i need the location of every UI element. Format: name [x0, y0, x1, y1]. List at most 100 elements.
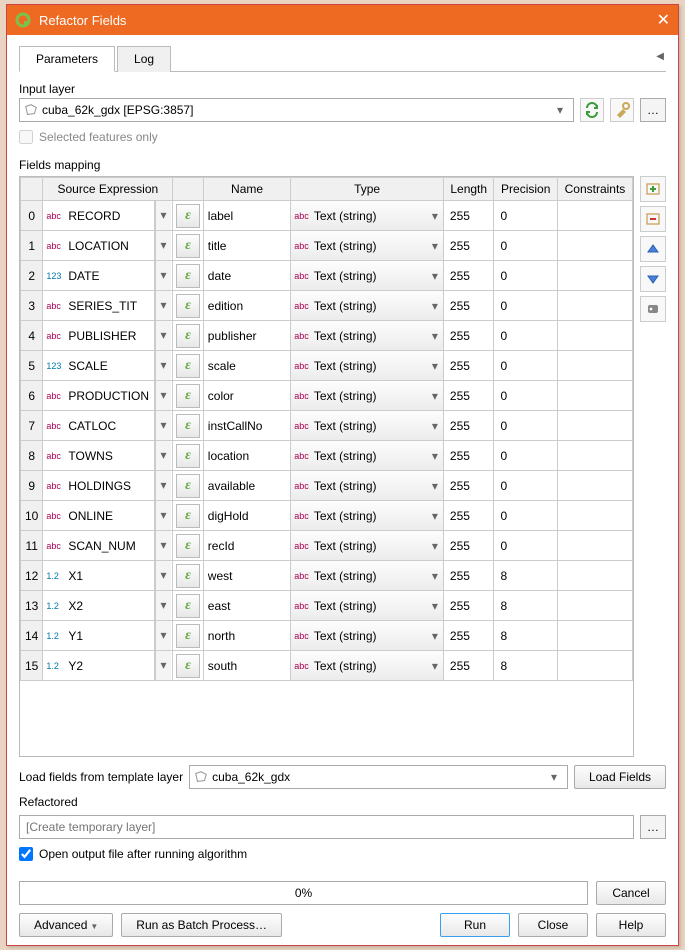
- constraints-cell[interactable]: [557, 201, 632, 231]
- table-row[interactable]: 13 1.2X2 ▾ ε abcText (string)▾ 255 8: [21, 591, 633, 621]
- source-expression-cell[interactable]: abcHOLDINGS: [43, 471, 154, 500]
- field-type-combo[interactable]: abcText (string)▾: [291, 411, 443, 440]
- table-row[interactable]: 15 1.2Y2 ▾ ε abcText (string)▾ 255 8: [21, 651, 633, 681]
- table-row[interactable]: 4 abcPUBLISHER ▾ ε abcText (string)▾ 255…: [21, 321, 633, 351]
- precision-cell[interactable]: 0: [494, 381, 557, 411]
- field-type-combo[interactable]: abcText (string)▾: [291, 291, 443, 320]
- field-name-input[interactable]: [204, 471, 291, 500]
- chevron-down-icon[interactable]: ▾: [155, 381, 171, 410]
- constraints-cell[interactable]: [557, 321, 632, 351]
- chevron-down-icon[interactable]: ▾: [155, 531, 171, 560]
- precision-cell[interactable]: 0: [494, 231, 557, 261]
- close-button[interactable]: Close: [518, 913, 588, 937]
- constraints-cell[interactable]: [557, 231, 632, 261]
- length-cell[interactable]: 255: [443, 321, 494, 351]
- field-type-combo[interactable]: abcText (string)▾: [291, 201, 443, 230]
- length-cell[interactable]: 255: [443, 381, 494, 411]
- constraints-cell[interactable]: [557, 561, 632, 591]
- run-button[interactable]: Run: [440, 913, 510, 937]
- table-row[interactable]: 1 abcLOCATION ▾ ε abcText (string)▾ 255 …: [21, 231, 633, 261]
- move-up-button[interactable]: [640, 236, 666, 262]
- add-field-button[interactable]: [640, 176, 666, 202]
- table-row[interactable]: 3 abcSERIES_TIT ▾ ε abcText (string)▾ 25…: [21, 291, 633, 321]
- source-expression-cell[interactable]: 123SCALE: [43, 351, 154, 380]
- field-name-input[interactable]: [204, 501, 291, 530]
- field-name-input[interactable]: [204, 621, 291, 650]
- field-type-combo[interactable]: abcText (string)▾: [291, 591, 443, 620]
- table-row[interactable]: 5 123SCALE ▾ ε abcText (string)▾ 255 0: [21, 351, 633, 381]
- source-expression-cell[interactable]: 123DATE: [43, 261, 154, 290]
- field-type-combo[interactable]: abcText (string)▾: [291, 261, 443, 290]
- constraints-cell[interactable]: [557, 441, 632, 471]
- input-layer-combo[interactable]: cuba_62k_gdx [EPSG:3857] ▾: [19, 98, 574, 122]
- source-expression-cell[interactable]: 1.2Y2: [43, 651, 154, 680]
- col-source[interactable]: Source Expression: [43, 178, 173, 201]
- expression-builder-button[interactable]: ε: [176, 504, 200, 528]
- col-name[interactable]: Name: [203, 178, 291, 201]
- field-type-combo[interactable]: abcText (string)▾: [291, 501, 443, 530]
- load-fields-button[interactable]: Load Fields: [574, 765, 666, 789]
- field-type-combo[interactable]: abcText (string)▾: [291, 471, 443, 500]
- field-name-input[interactable]: [204, 231, 291, 260]
- table-row[interactable]: 11 abcSCAN_NUM ▾ ε abcText (string)▾ 255…: [21, 531, 633, 561]
- length-cell[interactable]: 255: [443, 441, 494, 471]
- field-name-input[interactable]: [204, 591, 291, 620]
- precision-cell[interactable]: 0: [494, 291, 557, 321]
- source-expression-cell[interactable]: 1.2X2: [43, 591, 154, 620]
- cancel-button[interactable]: Cancel: [596, 881, 666, 905]
- field-type-combo[interactable]: abcText (string)▾: [291, 621, 443, 650]
- expression-builder-button[interactable]: ε: [176, 384, 200, 408]
- constraints-cell[interactable]: [557, 651, 632, 681]
- chevron-down-icon[interactable]: ▾: [155, 261, 171, 290]
- chevron-down-icon[interactable]: ▾: [155, 591, 171, 620]
- length-cell[interactable]: 255: [443, 471, 494, 501]
- expression-builder-button[interactable]: ε: [176, 234, 200, 258]
- field-name-input[interactable]: [204, 531, 291, 560]
- run-batch-button[interactable]: Run as Batch Process…: [121, 913, 282, 937]
- precision-cell[interactable]: 0: [494, 441, 557, 471]
- length-cell[interactable]: 255: [443, 561, 494, 591]
- precision-cell[interactable]: 0: [494, 531, 557, 561]
- expression-builder-button[interactable]: ε: [176, 624, 200, 648]
- precision-cell[interactable]: 8: [494, 591, 557, 621]
- chevron-down-icon[interactable]: ▾: [155, 501, 171, 530]
- constraints-cell[interactable]: [557, 531, 632, 561]
- source-expression-cell[interactable]: abcTOWNS: [43, 441, 154, 470]
- source-expression-cell[interactable]: abcSERIES_TIT: [43, 291, 154, 320]
- field-name-input[interactable]: [204, 261, 291, 290]
- field-name-input[interactable]: [204, 441, 291, 470]
- source-expression-cell[interactable]: abcPRODUCTION: [43, 381, 154, 410]
- field-name-input[interactable]: [204, 351, 291, 380]
- table-row[interactable]: 9 abcHOLDINGS ▾ ε abcText (string)▾ 255 …: [21, 471, 633, 501]
- field-type-combo[interactable]: abcText (string)▾: [291, 651, 443, 680]
- output-layer-input[interactable]: [19, 815, 634, 839]
- table-row[interactable]: 12 1.2X1 ▾ ε abcText (string)▾ 255 8: [21, 561, 633, 591]
- table-row[interactable]: 2 123DATE ▾ ε abcText (string)▾ 255 0: [21, 261, 633, 291]
- precision-cell[interactable]: 0: [494, 261, 557, 291]
- table-row[interactable]: 8 abcTOWNS ▾ ε abcText (string)▾ 255 0: [21, 441, 633, 471]
- expression-builder-button[interactable]: ε: [176, 654, 200, 678]
- help-panel-toggle[interactable]: ◀: [656, 51, 664, 62]
- constraints-cell[interactable]: [557, 291, 632, 321]
- expression-builder-button[interactable]: ε: [176, 204, 200, 228]
- source-expression-cell[interactable]: abcRECORD: [43, 201, 154, 230]
- col-type[interactable]: Type: [291, 178, 444, 201]
- chevron-down-icon[interactable]: ▾: [155, 471, 171, 500]
- chevron-down-icon[interactable]: ▾: [155, 321, 171, 350]
- field-name-input[interactable]: [204, 381, 291, 410]
- length-cell[interactable]: 255: [443, 231, 494, 261]
- constraints-cell[interactable]: [557, 351, 632, 381]
- advanced-options-button[interactable]: [610, 98, 634, 122]
- field-type-combo[interactable]: abcText (string)▾: [291, 231, 443, 260]
- precision-cell[interactable]: 0: [494, 201, 557, 231]
- chevron-down-icon[interactable]: ▾: [155, 651, 171, 680]
- help-button[interactable]: Help: [596, 913, 666, 937]
- table-row[interactable]: 7 abcCATLOC ▾ ε abcText (string)▾ 255 0: [21, 411, 633, 441]
- field-type-combo[interactable]: abcText (string)▾: [291, 561, 443, 590]
- field-name-input[interactable]: [204, 291, 291, 320]
- length-cell[interactable]: 255: [443, 201, 494, 231]
- constraints-cell[interactable]: [557, 411, 632, 441]
- open-output-checkbox[interactable]: [19, 847, 33, 861]
- field-name-input[interactable]: [204, 321, 291, 350]
- table-row[interactable]: 14 1.2Y1 ▾ ε abcText (string)▾ 255 8: [21, 621, 633, 651]
